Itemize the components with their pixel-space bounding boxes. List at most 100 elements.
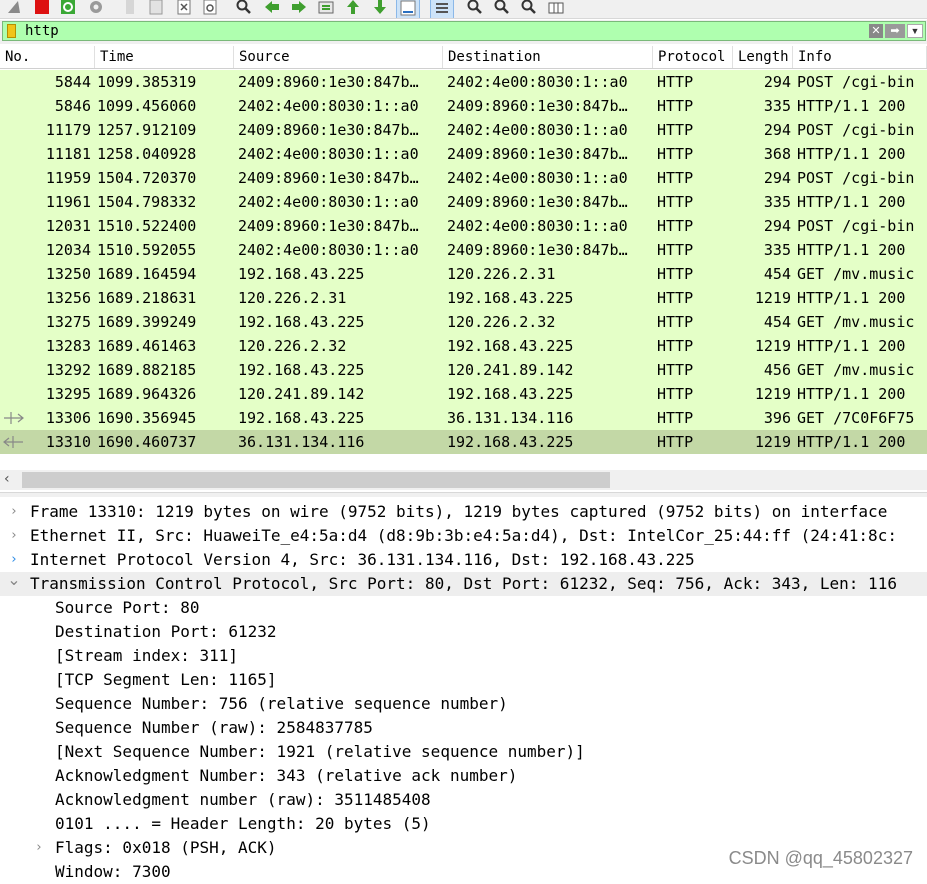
detail-tree-item[interactable]: Acknowledgment Number: 343 (relative ack… bbox=[0, 764, 927, 788]
shark-fin-icon[interactable] bbox=[4, 0, 24, 17]
column-header-no[interactable]: No. bbox=[0, 46, 95, 68]
table-row[interactable]: 12031 1510.522400 2409:8960:1e30:847b… 2402… bbox=[0, 214, 927, 238]
autoscroll-icon[interactable] bbox=[396, 0, 420, 18]
table-row[interactable]: 13310 1690.460737 36.131.134.116 192.168.43… bbox=[0, 430, 927, 454]
detail-tree-item[interactable]: Sequence Number: 756 (relative sequence … bbox=[0, 692, 927, 716]
scroll-left-icon[interactable]: ‹ bbox=[4, 471, 10, 487]
table-row[interactable]: 11959 1504.720370 2409:8960:1e30:847b… 2402… bbox=[0, 166, 927, 190]
zoom-in-icon[interactable] bbox=[465, 0, 485, 17]
table-row[interactable]: 11179 1257.912109 2409:8960:1e30:847b… 2402… bbox=[0, 118, 927, 142]
chevron-right-icon[interactable]: › bbox=[7, 500, 21, 524]
stop-capture-icon[interactable] bbox=[32, 0, 52, 17]
chevron-down-icon[interactable]: ⌄ bbox=[7, 572, 21, 596]
apply-filter-arrow-icon[interactable]: ➡ bbox=[885, 24, 905, 38]
table-row[interactable]: 11181 1258.040928 2402:4e00:8030:1::a0 2409… bbox=[0, 142, 927, 166]
table-row[interactable]: 13250 1689.164594 192.168.43.225 120.226.2.… bbox=[0, 262, 927, 286]
cell-len: 368 bbox=[763, 145, 791, 163]
cell-dst: 120.241.89.142 bbox=[447, 361, 574, 379]
table-row[interactable]: 13306 1690.356945 192.168.43.225 36.131.134… bbox=[0, 406, 927, 430]
cell-proto: HTTP bbox=[657, 121, 694, 139]
chevron-right-icon[interactable]: › bbox=[32, 836, 46, 860]
cell-proto: HTTP bbox=[657, 289, 694, 307]
cell-len: 1219 bbox=[754, 433, 791, 451]
cell-no: 13275 bbox=[45, 313, 91, 331]
bookmark-icon[interactable] bbox=[7, 24, 16, 38]
cell-src: 2402:4e00:8030:1::a0 bbox=[238, 193, 419, 211]
detail-tree-item[interactable]: Acknowledgment number (raw): 3511485408 bbox=[0, 788, 927, 812]
cell-len: 1219 bbox=[754, 289, 791, 307]
last-packet-icon[interactable] bbox=[370, 0, 390, 17]
cell-info: HTTP/1.1 200 bbox=[797, 433, 906, 451]
cell-proto: HTTP bbox=[657, 145, 694, 163]
detail-tree-item[interactable]: › Internet Protocol Version 4, Src: 36.13… bbox=[0, 548, 927, 572]
packet-list: No. Time Source Destination Protocol Length In… bbox=[0, 46, 927, 466]
cell-time: 1504.720370 bbox=[97, 169, 197, 187]
packet-list-header: No. Time Source Destination Protocol Length In… bbox=[0, 46, 927, 69]
detail-tree-item[interactable]: Source Port: 80 bbox=[0, 596, 927, 620]
forward-icon[interactable] bbox=[289, 0, 309, 17]
colorize-icon[interactable] bbox=[430, 0, 454, 18]
column-header-info[interactable]: Info bbox=[793, 46, 927, 68]
capture-options-icon[interactable] bbox=[86, 0, 106, 17]
normal-size-icon[interactable] bbox=[519, 0, 539, 17]
detail-tree-item[interactable]: Sequence Number (raw): 2584837785 bbox=[0, 716, 927, 740]
chevron-right-icon[interactable]: › bbox=[7, 548, 21, 572]
table-row[interactable]: 13295 1689.964326 120.241.89.142 192.168.43… bbox=[0, 382, 927, 406]
packet-list-hscrollbar[interactable]: ‹ bbox=[0, 470, 927, 490]
table-row[interactable]: 13283 1689.461463 120.226.2.32 192.168.43.2… bbox=[0, 334, 927, 358]
table-row[interactable]: 13275 1689.399249 192.168.43.225 120.226.2.… bbox=[0, 310, 927, 334]
table-row[interactable]: 5846 1099.456060 2402:4e00:8030:1::a0 2409:… bbox=[0, 94, 927, 118]
display-filter-input[interactable]: http ✕ ➡ ▼ bbox=[2, 21, 926, 41]
cell-dst: 2409:8960:1e30:847b… bbox=[447, 193, 628, 211]
filter-dropdown-icon[interactable]: ▼ bbox=[907, 24, 923, 38]
cell-info: HTTP/1.1 200 bbox=[797, 97, 906, 115]
detail-tree-item[interactable]: › Ethernet II, Src: HuaweiTe_e4:5a:d4 (d8… bbox=[0, 524, 927, 548]
column-header-src[interactable]: Source bbox=[234, 46, 443, 68]
table-row[interactable]: 13256 1689.218631 120.226.2.31 192.168.43.2… bbox=[0, 286, 927, 310]
pane-splitter[interactable] bbox=[0, 492, 927, 497]
cell-dst: 2402:4e00:8030:1::a0 bbox=[447, 217, 628, 235]
zoom-out-icon[interactable] bbox=[492, 0, 512, 17]
table-row[interactable]: 11961 1504.798332 2402:4e00:8030:1::a0 2409… bbox=[0, 190, 927, 214]
filter-text[interactable]: http bbox=[25, 23, 59, 40]
detail-tree-item[interactable]: [Next Sequence Number: 1921 (relative se… bbox=[0, 740, 927, 764]
reload-icon[interactable] bbox=[200, 0, 220, 17]
first-packet-icon[interactable] bbox=[343, 0, 363, 17]
cell-proto: HTTP bbox=[657, 433, 694, 451]
cell-no: 12031 bbox=[45, 217, 91, 235]
save-file-icon[interactable] bbox=[146, 0, 166, 17]
detail-tree-item[interactable]: › Frame 13310: 1219 bytes on wire (9752 b… bbox=[0, 500, 927, 524]
cell-src: 120.241.89.142 bbox=[238, 385, 365, 403]
back-icon[interactable] bbox=[262, 0, 282, 17]
clear-filter-icon[interactable]: ✕ bbox=[869, 24, 883, 38]
close-file-icon[interactable] bbox=[174, 0, 194, 17]
cell-dst: 192.168.43.225 bbox=[447, 433, 574, 451]
packet-details-tree: › Frame 13310: 1219 bytes on wire (9752 b… bbox=[0, 500, 927, 881]
detail-tree-item[interactable]: [Stream index: 311] bbox=[0, 644, 927, 668]
cell-proto: HTTP bbox=[657, 193, 694, 211]
column-header-dst[interactable]: Destination bbox=[443, 46, 653, 68]
resize-columns-icon[interactable] bbox=[546, 0, 566, 17]
scrollbar-thumb[interactable] bbox=[22, 472, 610, 488]
open-file-icon[interactable] bbox=[120, 0, 140, 17]
restart-capture-icon[interactable] bbox=[58, 0, 78, 17]
go-to-packet-icon[interactable] bbox=[316, 0, 336, 17]
cell-len: 335 bbox=[763, 193, 791, 211]
detail-tree-item[interactable]: [TCP Segment Len: 1165] bbox=[0, 668, 927, 692]
cell-time: 1510.592055 bbox=[97, 241, 197, 259]
chevron-right-icon[interactable]: › bbox=[7, 524, 21, 548]
detail-tree-item[interactable]: ⌄ Transmission Control Protocol, Src Port… bbox=[0, 572, 927, 596]
cell-time: 1689.964326 bbox=[97, 385, 197, 403]
detail-tree-item[interactable]: Destination Port: 61232 bbox=[0, 620, 927, 644]
table-row[interactable]: 13292 1689.882185 192.168.43.225 120.241.89… bbox=[0, 358, 927, 382]
cell-no: 13283 bbox=[45, 337, 91, 355]
find-icon[interactable] bbox=[234, 0, 254, 17]
detail-tree-item[interactable]: 0101 .... = Header Length: 20 bytes (5) bbox=[0, 812, 927, 836]
table-row[interactable]: 12034 1510.592055 2402:4e00:8030:1::a0 2409… bbox=[0, 238, 927, 262]
column-header-len[interactable]: Length bbox=[733, 46, 793, 68]
cell-len: 454 bbox=[763, 265, 791, 283]
column-header-proto[interactable]: Protocol bbox=[653, 46, 733, 68]
cell-proto: HTTP bbox=[657, 217, 694, 235]
table-row[interactable]: 5844 1099.385319 2409:8960:1e30:847b… 2402:… bbox=[0, 70, 927, 94]
column-header-time[interactable]: Time bbox=[95, 46, 234, 68]
